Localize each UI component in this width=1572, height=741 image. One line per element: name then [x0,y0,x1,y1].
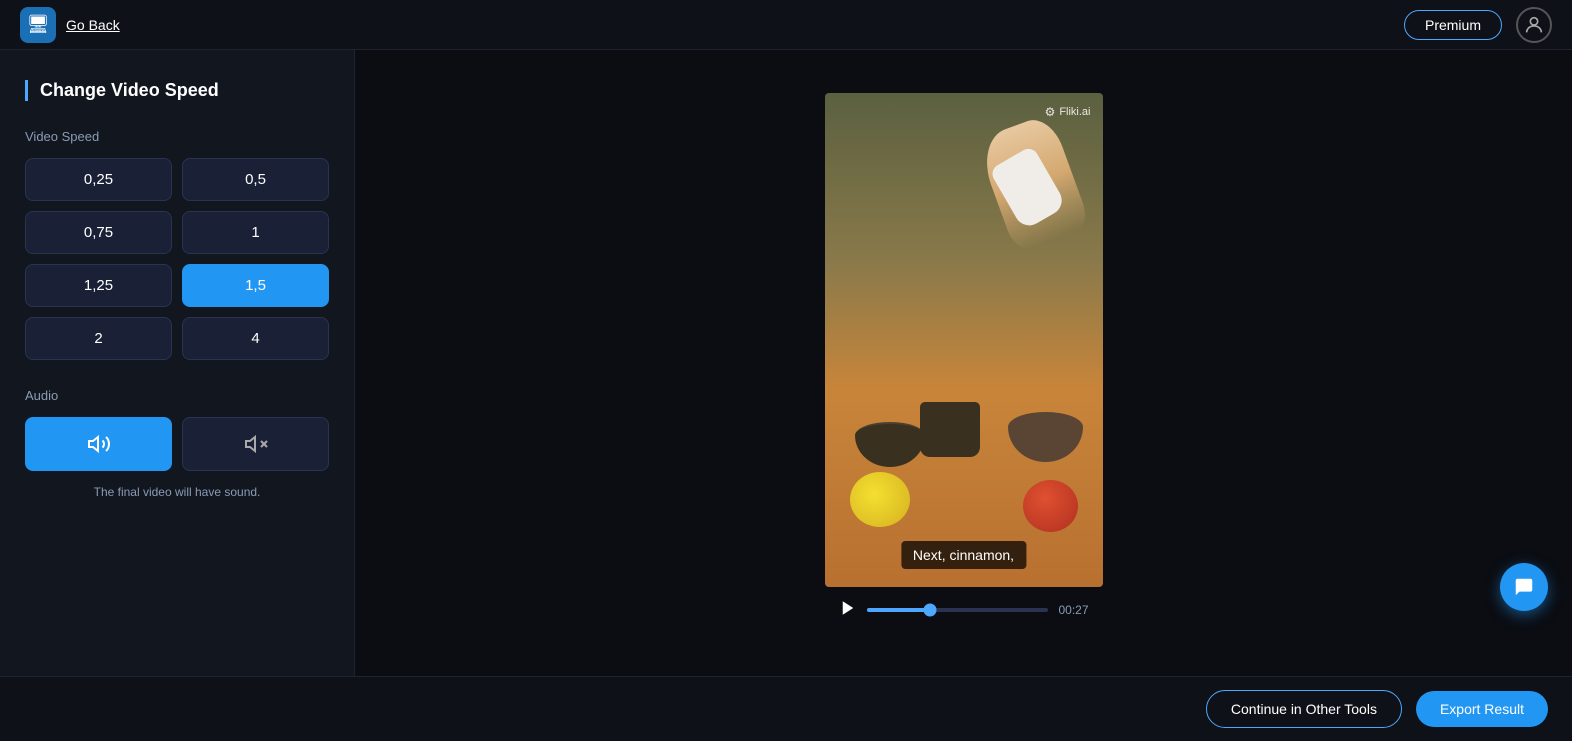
speed-btn-025[interactable]: 0,25 [25,158,172,201]
user-icon[interactable] [1516,7,1552,43]
speed-btn-125[interactable]: 1,25 [25,264,172,307]
speed-btn-075[interactable]: 0,75 [25,211,172,254]
header-right: Premium [1404,7,1552,43]
video-container: ⚙ Fliki.ai Next, cinnamon, 00:27 [825,93,1103,634]
speed-btn-15[interactable]: 1,5 [182,264,329,307]
main-content: Change Video Speed Video Speed 0,25 0,5 … [0,50,1572,676]
premium-button[interactable]: Premium [1404,10,1502,40]
video-frame: ⚙ Fliki.ai Next, cinnamon, [825,93,1103,587]
speed-btn-2[interactable]: 2 [25,317,172,360]
gear-icon: ⚙ [1045,105,1056,119]
sidebar: Change Video Speed Video Speed 0,25 0,5 … [0,50,355,676]
lemon-visual [850,472,910,527]
progress-bar[interactable] [867,608,1049,612]
go-back-link[interactable]: Go Back [66,17,120,33]
sidebar-title: Change Video Speed [25,80,329,101]
video-area: ⚙ Fliki.ai Next, cinnamon, 00:27 [355,50,1572,676]
speed-grid: 0,25 0,5 0,75 1 1,25 1,5 2 4 [25,158,329,360]
watermark-text: Fliki.ai [1059,106,1090,118]
video-speed-label: Video Speed [25,129,329,144]
audio-grid [25,417,329,471]
app-icon: 🖥 [20,7,56,43]
footer: Continue in Other Tools Export Result [0,676,1572,741]
time-display: 00:27 [1058,603,1088,617]
cup-visual [920,402,980,457]
export-button[interactable]: Export Result [1416,691,1548,727]
continue-button[interactable]: Continue in Other Tools [1206,690,1402,728]
play-button[interactable] [839,599,857,622]
apple-visual [1023,480,1078,532]
speed-btn-4[interactable]: 4 [182,317,329,360]
header: 🖥 Go Back Premium [0,0,1572,50]
progress-fill [867,608,931,612]
header-left: 🖥 Go Back [20,7,120,43]
audio-on-button[interactable] [25,417,172,471]
fliki-watermark: ⚙ Fliki.ai [1045,105,1091,119]
audio-off-button[interactable] [182,417,329,471]
video-controls: 00:27 [825,587,1103,634]
speed-btn-05[interactable]: 0,5 [182,158,329,201]
chat-bubble-button[interactable] [1500,563,1548,611]
subtitle-bar: Next, cinnamon, [901,541,1026,569]
progress-thumb [924,604,937,617]
audio-note: The final video will have sound. [25,485,329,499]
audio-label: Audio [25,388,329,403]
speed-btn-1[interactable]: 1 [182,211,329,254]
